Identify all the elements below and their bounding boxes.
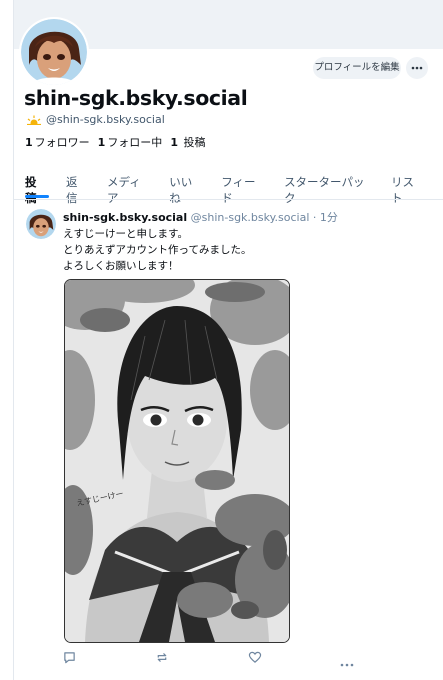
followers-stat[interactable]: 1 フォロワー <box>25 134 90 150</box>
post-separator: · <box>312 211 317 224</box>
post-author-avatar[interactable] <box>26 209 56 239</box>
profile-handle: @shin-sgk.bsky.social <box>46 113 165 126</box>
profile-title: shin-sgk.bsky.social <box>24 86 248 110</box>
reply-icon <box>64 652 75 664</box>
tab-starter-packs[interactable]: スターターパック <box>284 174 372 206</box>
post-header: shin-sgk.bsky.social @shin-sgk.bsky.soci… <box>63 209 338 225</box>
repost-button[interactable] <box>155 649 169 668</box>
profile-stats: 1 フォロワー 1 フォロー中 1 投稿 <box>25 134 205 150</box>
post-author-handle[interactable]: @shin-sgk.bsky.social <box>191 211 310 224</box>
tab-media[interactable]: メディア <box>107 174 150 206</box>
profile-tabs: 投稿 返信 メディア いいね フィード スターターパック リスト <box>25 174 443 206</box>
tab-replies[interactable]: 返信 <box>66 174 88 206</box>
tab-likes[interactable]: いいね <box>169 174 202 206</box>
tabs-divider <box>14 199 443 200</box>
active-tab-indicator <box>25 195 49 198</box>
ellipsis-icon <box>411 66 423 70</box>
edit-profile-button[interactable]: プロフィールを編集 <box>313 57 401 79</box>
post-text-line: よろしくお願いします！ <box>63 260 179 272</box>
more-options-button[interactable] <box>406 57 428 79</box>
like-button[interactable] <box>248 649 262 668</box>
tab-feeds[interactable]: フィード <box>221 174 265 206</box>
post-more-button[interactable] <box>340 652 354 671</box>
post-author-name[interactable]: shin-sgk.bsky.social <box>63 211 187 224</box>
posts-stat: 1 投稿 <box>170 136 206 149</box>
frame-border <box>13 0 14 680</box>
sun-badge-icon <box>27 115 41 125</box>
post-text-line: とりあえずアカウント作ってみました。 <box>63 244 252 256</box>
profile-avatar[interactable] <box>21 19 87 85</box>
reply-button[interactable] <box>63 649 76 668</box>
tab-lists[interactable]: リスト <box>391 174 424 206</box>
repost-icon <box>157 653 167 662</box>
tab-posts[interactable]: 投稿 <box>25 174 47 206</box>
post-time[interactable]: 1分 <box>320 211 338 224</box>
post-text-line: えすじーけーと申します。 <box>63 228 188 240</box>
following-stat[interactable]: 1 フォロー中 <box>98 134 163 150</box>
more-icon <box>340 663 354 667</box>
post-text: えすじーけーと申します。 とりあえずアカウント作ってみました。 よろしくお願いし… <box>63 226 251 274</box>
profile-handle-row: @shin-sgk.bsky.social <box>27 113 165 126</box>
like-icon <box>248 651 262 663</box>
post-image[interactable]: えすじーけー <box>64 279 290 643</box>
